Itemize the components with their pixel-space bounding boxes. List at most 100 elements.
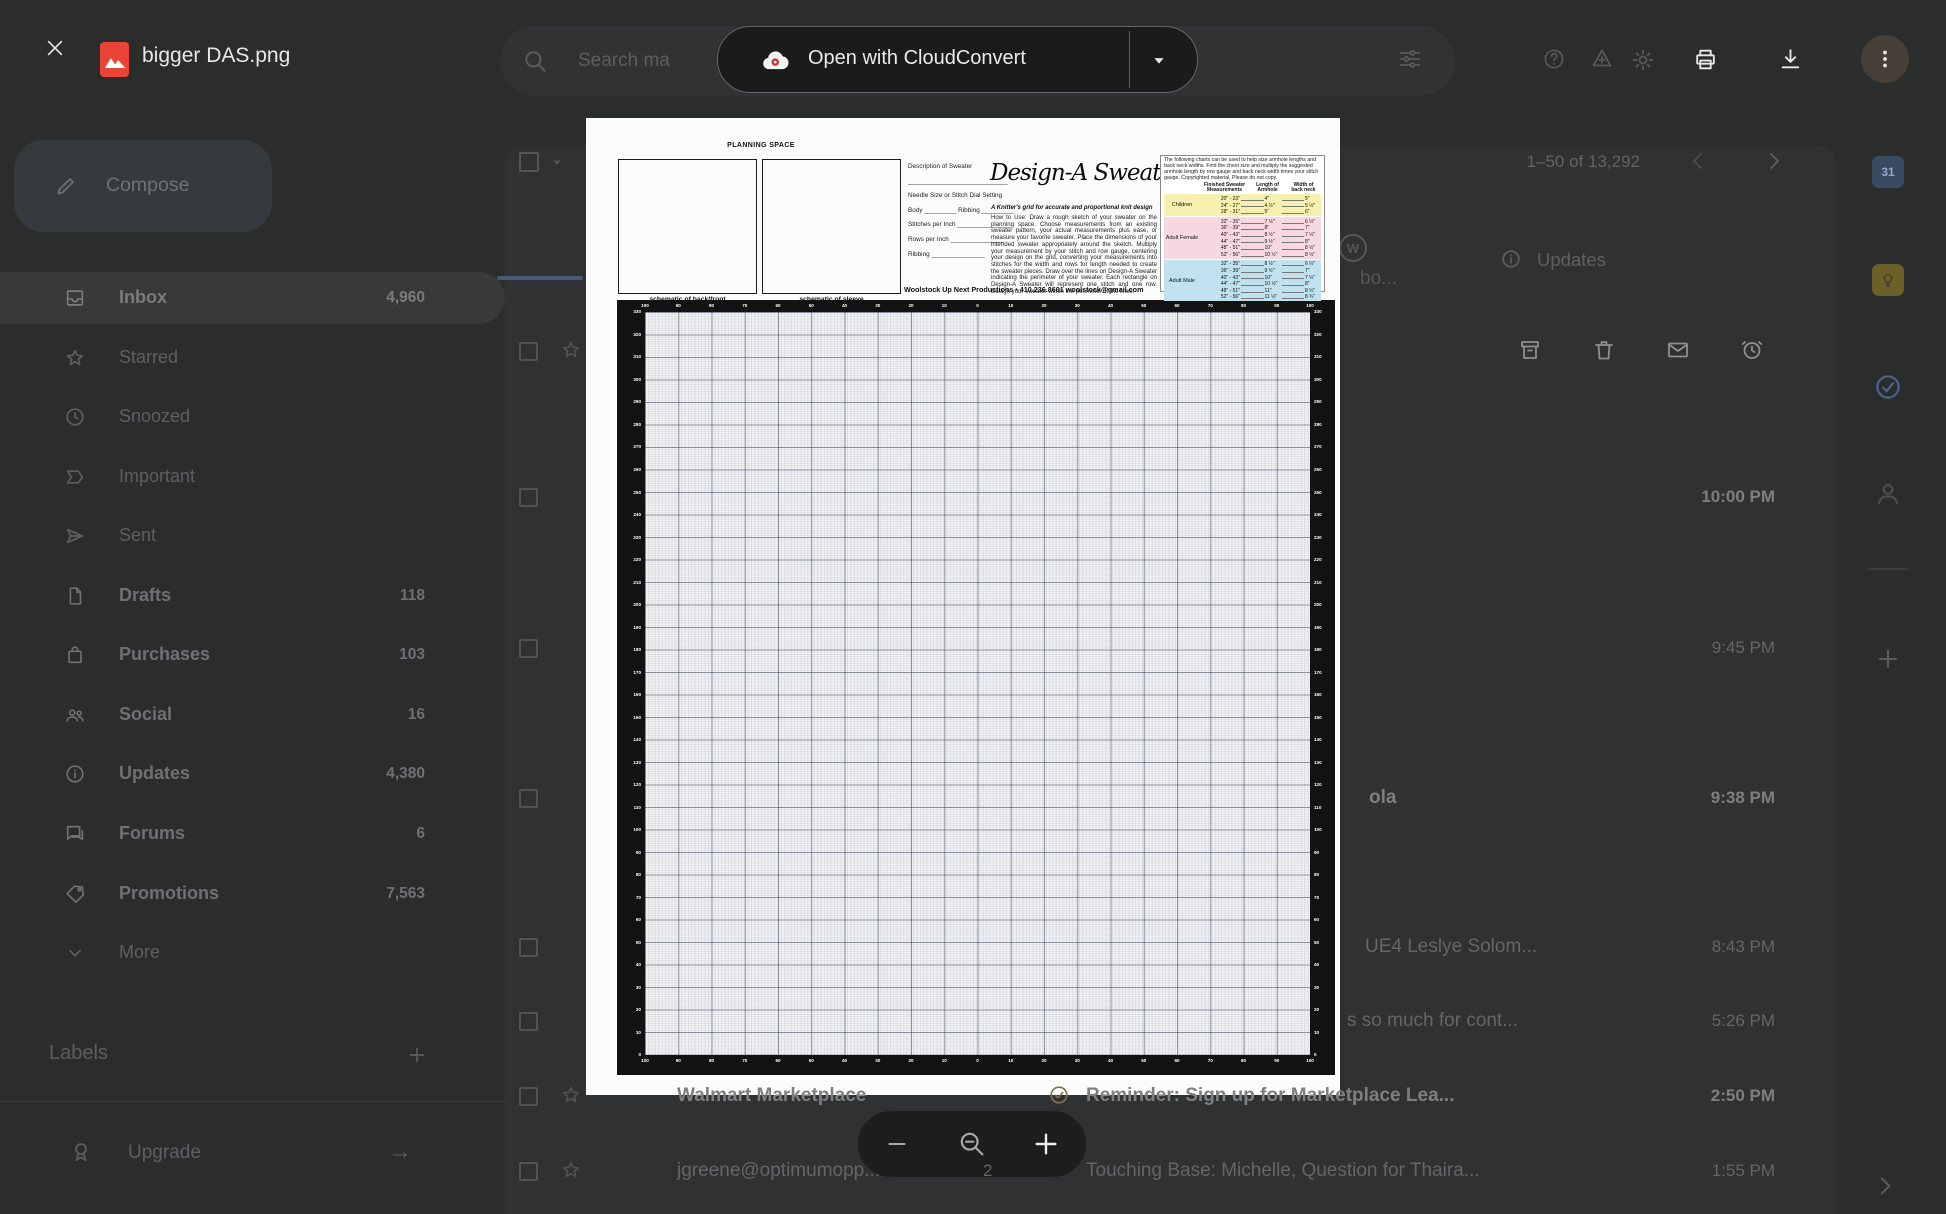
- tab-updates[interactable]: Updates: [1537, 249, 1606, 271]
- open-with-caret-icon[interactable]: [1148, 49, 1170, 71]
- people-icon: [64, 704, 86, 726]
- older-page-chevron-icon[interactable]: [1762, 149, 1786, 173]
- button-divider: [1129, 31, 1130, 88]
- email-row[interactable]: UE4 Leslye Solom...8:43 PM: [0, 910, 1946, 984]
- text-fragment: bo...: [1360, 268, 1397, 290]
- grid-y-tick-label: 70: [1314, 895, 1334, 900]
- email-row[interactable]: 10:00 PM: [0, 460, 1946, 534]
- info-icon: [1500, 248, 1522, 270]
- archive-icon[interactable]: [1518, 338, 1542, 362]
- row-checkbox[interactable]: [519, 1012, 538, 1031]
- star-icon[interactable]: [560, 1159, 582, 1181]
- primary-tab-underline: [497, 276, 583, 280]
- print-icon[interactable]: [1693, 47, 1718, 72]
- grid-x-tick-label: 60: [775, 303, 780, 308]
- size-chart-row: 48" - 51"10"8 ½": [1202, 245, 1319, 252]
- grid-x-tick-label: 50: [1141, 303, 1146, 308]
- sidebar-item-label: Snoozed: [119, 406, 190, 427]
- settings-gear-icon[interactable]: [1630, 47, 1656, 73]
- email-row[interactable]: ola9:38 PM: [0, 761, 1946, 835]
- row-subject: Reminder: Sign up for Marketplace Lea...: [1086, 1085, 1454, 1107]
- row-time: 2:50 PM: [1711, 1086, 1775, 1106]
- document-footer: Woolstock Up Next Productions • 410.236.…: [904, 285, 1136, 294]
- search-filter-tune-icon[interactable]: [1398, 47, 1422, 71]
- size-chart-headers: Finished SweaterMeasurementsLength ofArm…: [1200, 183, 1321, 194]
- select-all-checkbox[interactable]: [519, 152, 539, 172]
- size-chart-groups: Children20" - 23"4"5"24" - 27"4 ½"5 ½"28…: [1164, 193, 1321, 301]
- size-chart-row: 28" - 31"5"6": [1202, 209, 1319, 216]
- compose-button[interactable]: Compose: [14, 140, 272, 232]
- thread-count: 2: [983, 1161, 992, 1181]
- size-chart-row: 32" - 35"8 ½"6 ½": [1202, 261, 1319, 268]
- schematic-backfront-box: [618, 159, 757, 294]
- add-to-drive-icon[interactable]: [1590, 47, 1614, 71]
- preview-file-title: bigger DAS.png: [142, 44, 290, 68]
- unread-count: 118: [400, 587, 425, 605]
- grid-y-tick-label: 140: [1314, 737, 1334, 742]
- grid-x-tick-label: 100: [1306, 303, 1314, 308]
- tag-icon: [64, 883, 86, 905]
- email-row[interactable]: 9:45 PM: [0, 611, 1946, 685]
- row-checkbox[interactable]: [519, 938, 538, 957]
- file-icon: [64, 585, 86, 607]
- grid-x-tick-label: 80: [1241, 303, 1246, 308]
- sidebar-item-label: Promotions: [119, 883, 219, 904]
- grid-y-tick-label: 160: [619, 692, 641, 697]
- size-chart-row: 48" - 51"11"8 ½": [1202, 287, 1319, 294]
- grid-y-tick-label: 200: [1314, 602, 1334, 607]
- star-icon[interactable]: [560, 1084, 582, 1106]
- grid-y-tick-label: 210: [1314, 580, 1334, 585]
- newer-page-chevron-icon[interactable]: [1686, 149, 1710, 173]
- grid-x-tick-label: 70: [742, 303, 747, 308]
- size-chart-row: 52" - 56"10 ½"8 ½": [1202, 251, 1319, 258]
- clock-icon: [64, 406, 86, 428]
- email-row[interactable]: s so much for cont...5:26 PM: [0, 984, 1946, 1058]
- grid-y-tick-label: 80: [619, 872, 641, 877]
- grid-y-tick-label: 70: [619, 895, 641, 900]
- close-icon[interactable]: [44, 37, 66, 59]
- image-file-icon: [100, 42, 129, 77]
- grid-y-tick-label: 200: [619, 602, 641, 607]
- size-chart-row: 52" - 56"11 ½"8 ¾": [1202, 294, 1319, 301]
- size-chart-row: 24" - 27"4 ½"5 ½": [1202, 202, 1319, 209]
- download-icon[interactable]: [1778, 47, 1803, 72]
- mail-icon[interactable]: [1666, 338, 1690, 362]
- star-icon[interactable]: [560, 339, 582, 361]
- grid-y-tick-label: 290: [619, 399, 641, 404]
- calendar-icon[interactable]: 31: [1872, 156, 1904, 188]
- row-checkbox[interactable]: [519, 639, 538, 658]
- email-row[interactable]: jgreene@optimumopp...2Touching Base: Mic…: [0, 1134, 1946, 1208]
- grid-y-tick-label: 150: [619, 715, 641, 720]
- row-checkbox[interactable]: [519, 342, 538, 361]
- sidebar-item-label: Inbox: [119, 287, 167, 308]
- clock2-icon[interactable]: [1740, 338, 1764, 362]
- grid-y-tick-label: 280: [1314, 422, 1334, 427]
- row-sender: Walmart Marketplace: [677, 1085, 866, 1107]
- row-sender: jgreene@optimumopp...: [677, 1160, 880, 1182]
- grid-x-tick-label: 90: [1274, 303, 1279, 308]
- keep-icon[interactable]: [1872, 264, 1904, 296]
- sidebar-item-snoozed[interactable]: Snoozed: [0, 391, 505, 443]
- row-checkbox[interactable]: [519, 1087, 538, 1106]
- trash-icon[interactable]: [1592, 338, 1616, 362]
- verified-check-icon: [1048, 1084, 1070, 1106]
- size-chart-group: Children20" - 23"4"5"24" - 27"4 ½"5 ½"28…: [1164, 193, 1321, 216]
- size-chart-header: Length ofArmhole: [1249, 183, 1286, 194]
- grid-y-tick-label: 270: [619, 444, 641, 449]
- row-checkbox[interactable]: [519, 789, 538, 808]
- open-with-cloudconvert-button[interactable]: Open with CloudConvert: [717, 26, 1198, 93]
- size-chart-intro: The following charts can be used to help…: [1164, 158, 1321, 182]
- unread-count: 7,563: [386, 885, 425, 903]
- row-checkbox[interactable]: [519, 1162, 538, 1181]
- help-icon[interactable]: [1542, 47, 1566, 71]
- size-chart-row: 32" - 35"7 ½"6 ½": [1202, 218, 1319, 225]
- email-row[interactable]: Walmart Marketplace Reminder: Sign up for…: [0, 1059, 1946, 1133]
- sidebar-item-social[interactable]: Social16: [0, 689, 505, 741]
- grid-x-tick-label: 70: [1208, 303, 1213, 308]
- row-snippet-fragment: ola: [1369, 787, 1396, 809]
- pencil-icon: [54, 174, 78, 198]
- row-checkbox[interactable]: [519, 488, 538, 507]
- more-options-dots-icon[interactable]: [1873, 47, 1897, 71]
- select-dropdown-caret-icon[interactable]: [548, 153, 566, 171]
- email-row[interactable]: [0, 314, 1946, 388]
